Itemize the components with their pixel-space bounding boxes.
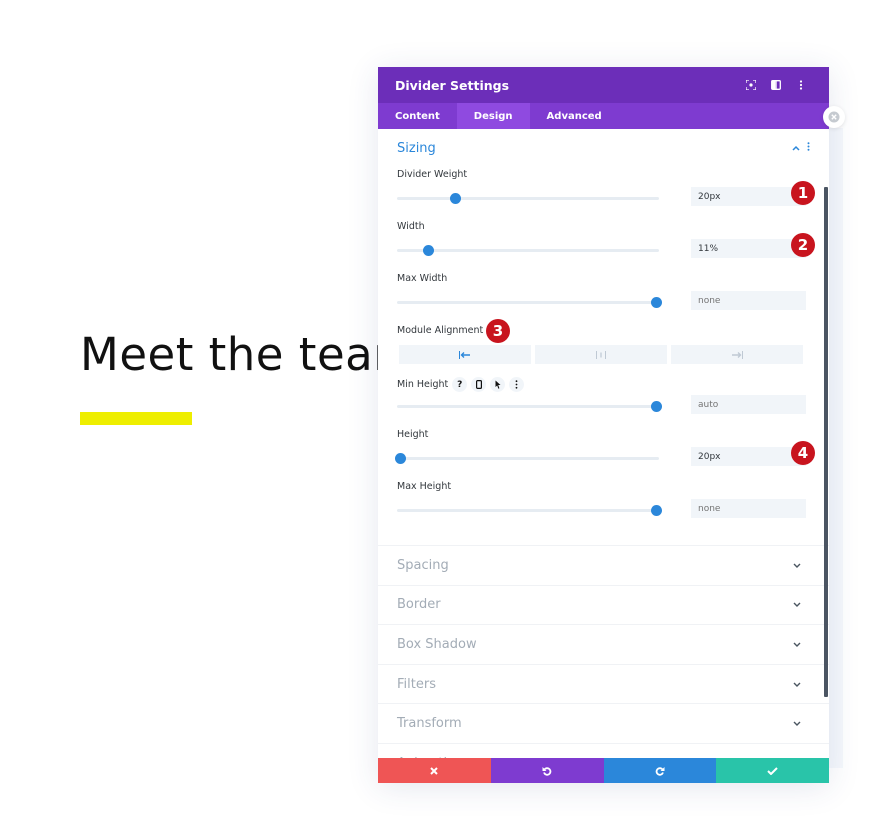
hover-cursor-icon[interactable] [490,377,506,392]
align-center-icon [596,350,606,359]
chevron-down-icon [793,599,801,610]
divider-weight-label: Divider Weight [397,169,468,180]
help-icon[interactable]: ? [452,377,468,392]
annotation-badge: 4 [791,441,815,465]
split-view-icon[interactable] [765,74,787,96]
slider-thumb[interactable] [651,297,663,308]
focus-icon[interactable] [740,74,762,96]
min-height-slider[interactable] [397,401,663,412]
max-height-label: Max Height [397,481,452,492]
more-options-icon[interactable] [790,74,812,96]
panel-scrollbar[interactable] [824,187,828,697]
section-title: Box Shadow [397,636,477,652]
chevron-down-icon [793,718,801,729]
redo-icon [655,766,665,776]
tab-bar: Content Design Advanced [378,103,829,129]
field-more-icon[interactable] [509,377,525,392]
section-border[interactable]: Border [378,584,829,625]
undo-icon [542,766,552,776]
max-width-label: Max Width [397,273,448,284]
max-width-field: Max Width [378,271,829,323]
close-icon [430,766,439,775]
height-slider[interactable] [394,453,659,464]
align-right-icon [732,350,743,359]
scroll-track [829,128,843,768]
sizing-section-title: Sizing [397,140,436,156]
align-center-button[interactable] [535,345,667,364]
check-icon [767,766,778,775]
floating-close-icon[interactable] [823,106,845,128]
annotation-badge: 2 [791,233,815,257]
slider-thumb[interactable] [449,193,461,204]
undo-button[interactable] [490,758,604,783]
tab-design[interactable]: Design [456,103,530,129]
module-alignment-field: Module Alignment 3 [378,319,829,375]
slider-thumb[interactable] [423,245,435,256]
align-left-icon [459,350,470,359]
sizing-section-header[interactable]: Sizing [378,129,829,167]
width-label: Width [397,221,425,232]
chevron-down-icon [793,560,801,571]
page-heading: Meet the team [80,328,418,381]
annotation-badge: 1 [791,181,815,205]
max-height-field: Max Height [378,479,829,531]
width-slider[interactable] [397,245,659,256]
max-height-input[interactable] [691,499,806,518]
height-label: Height [397,429,429,440]
module-alignment-label: Module Alignment [397,325,484,336]
cancel-button[interactable] [378,758,491,783]
max-height-slider[interactable] [397,505,663,516]
section-animation[interactable]: Animation [378,742,829,758]
alignment-options [399,345,803,364]
width-field: Width 2 [378,219,829,271]
panel-body: Sizing Divider Weight 1 Width 2 Max Widt… [378,129,829,758]
redo-button[interactable] [603,758,717,783]
section-spacing[interactable]: Spacing [378,545,829,585]
divider-weight-field: Divider Weight 1 [378,167,829,219]
section-transform[interactable]: Transform [378,703,829,743]
panel-header[interactable]: Divider Settings [378,67,829,103]
slider-thumb[interactable] [651,505,663,516]
min-height-field: Min Height ? [378,375,829,427]
tab-content[interactable]: Content [378,103,457,129]
max-width-input[interactable] [691,291,806,310]
height-input[interactable] [691,447,806,466]
section-title: Filters [397,676,436,692]
divider-settings-panel: Divider Settings Content Design Advanced… [378,67,829,783]
section-box-shadow[interactable]: Box Shadow [378,624,829,664]
divider-weight-slider[interactable] [397,193,659,204]
responsive-device-icon[interactable] [471,377,487,392]
chevron-down-icon [793,639,801,650]
align-right-button[interactable] [671,345,803,364]
divider-weight-input[interactable] [691,187,806,206]
panel-footer [378,758,829,783]
section-title: Border [397,597,441,613]
chevron-down-icon [793,679,801,690]
section-title: Transform [397,716,462,732]
section-more-icon[interactable] [807,142,810,154]
save-button[interactable] [716,758,829,783]
width-input[interactable] [691,239,806,258]
annotation-badge: 3 [486,319,510,343]
height-field: Height 4 [378,427,829,479]
min-height-input[interactable] [691,395,806,414]
min-height-label: Min Height [397,379,449,390]
tab-advanced[interactable]: Advanced [530,103,619,129]
section-title: Spacing [397,557,449,573]
min-height-label-row: Min Height ? [397,377,525,392]
align-left-button[interactable] [399,345,531,364]
slider-thumb[interactable] [394,453,406,464]
slider-thumb[interactable] [651,401,663,412]
max-width-slider[interactable] [397,297,663,308]
section-filters[interactable]: Filters [378,663,829,704]
panel-title: Divider Settings [395,77,510,93]
heading-divider-bar [80,412,192,425]
chevron-up-icon[interactable] [792,143,800,154]
